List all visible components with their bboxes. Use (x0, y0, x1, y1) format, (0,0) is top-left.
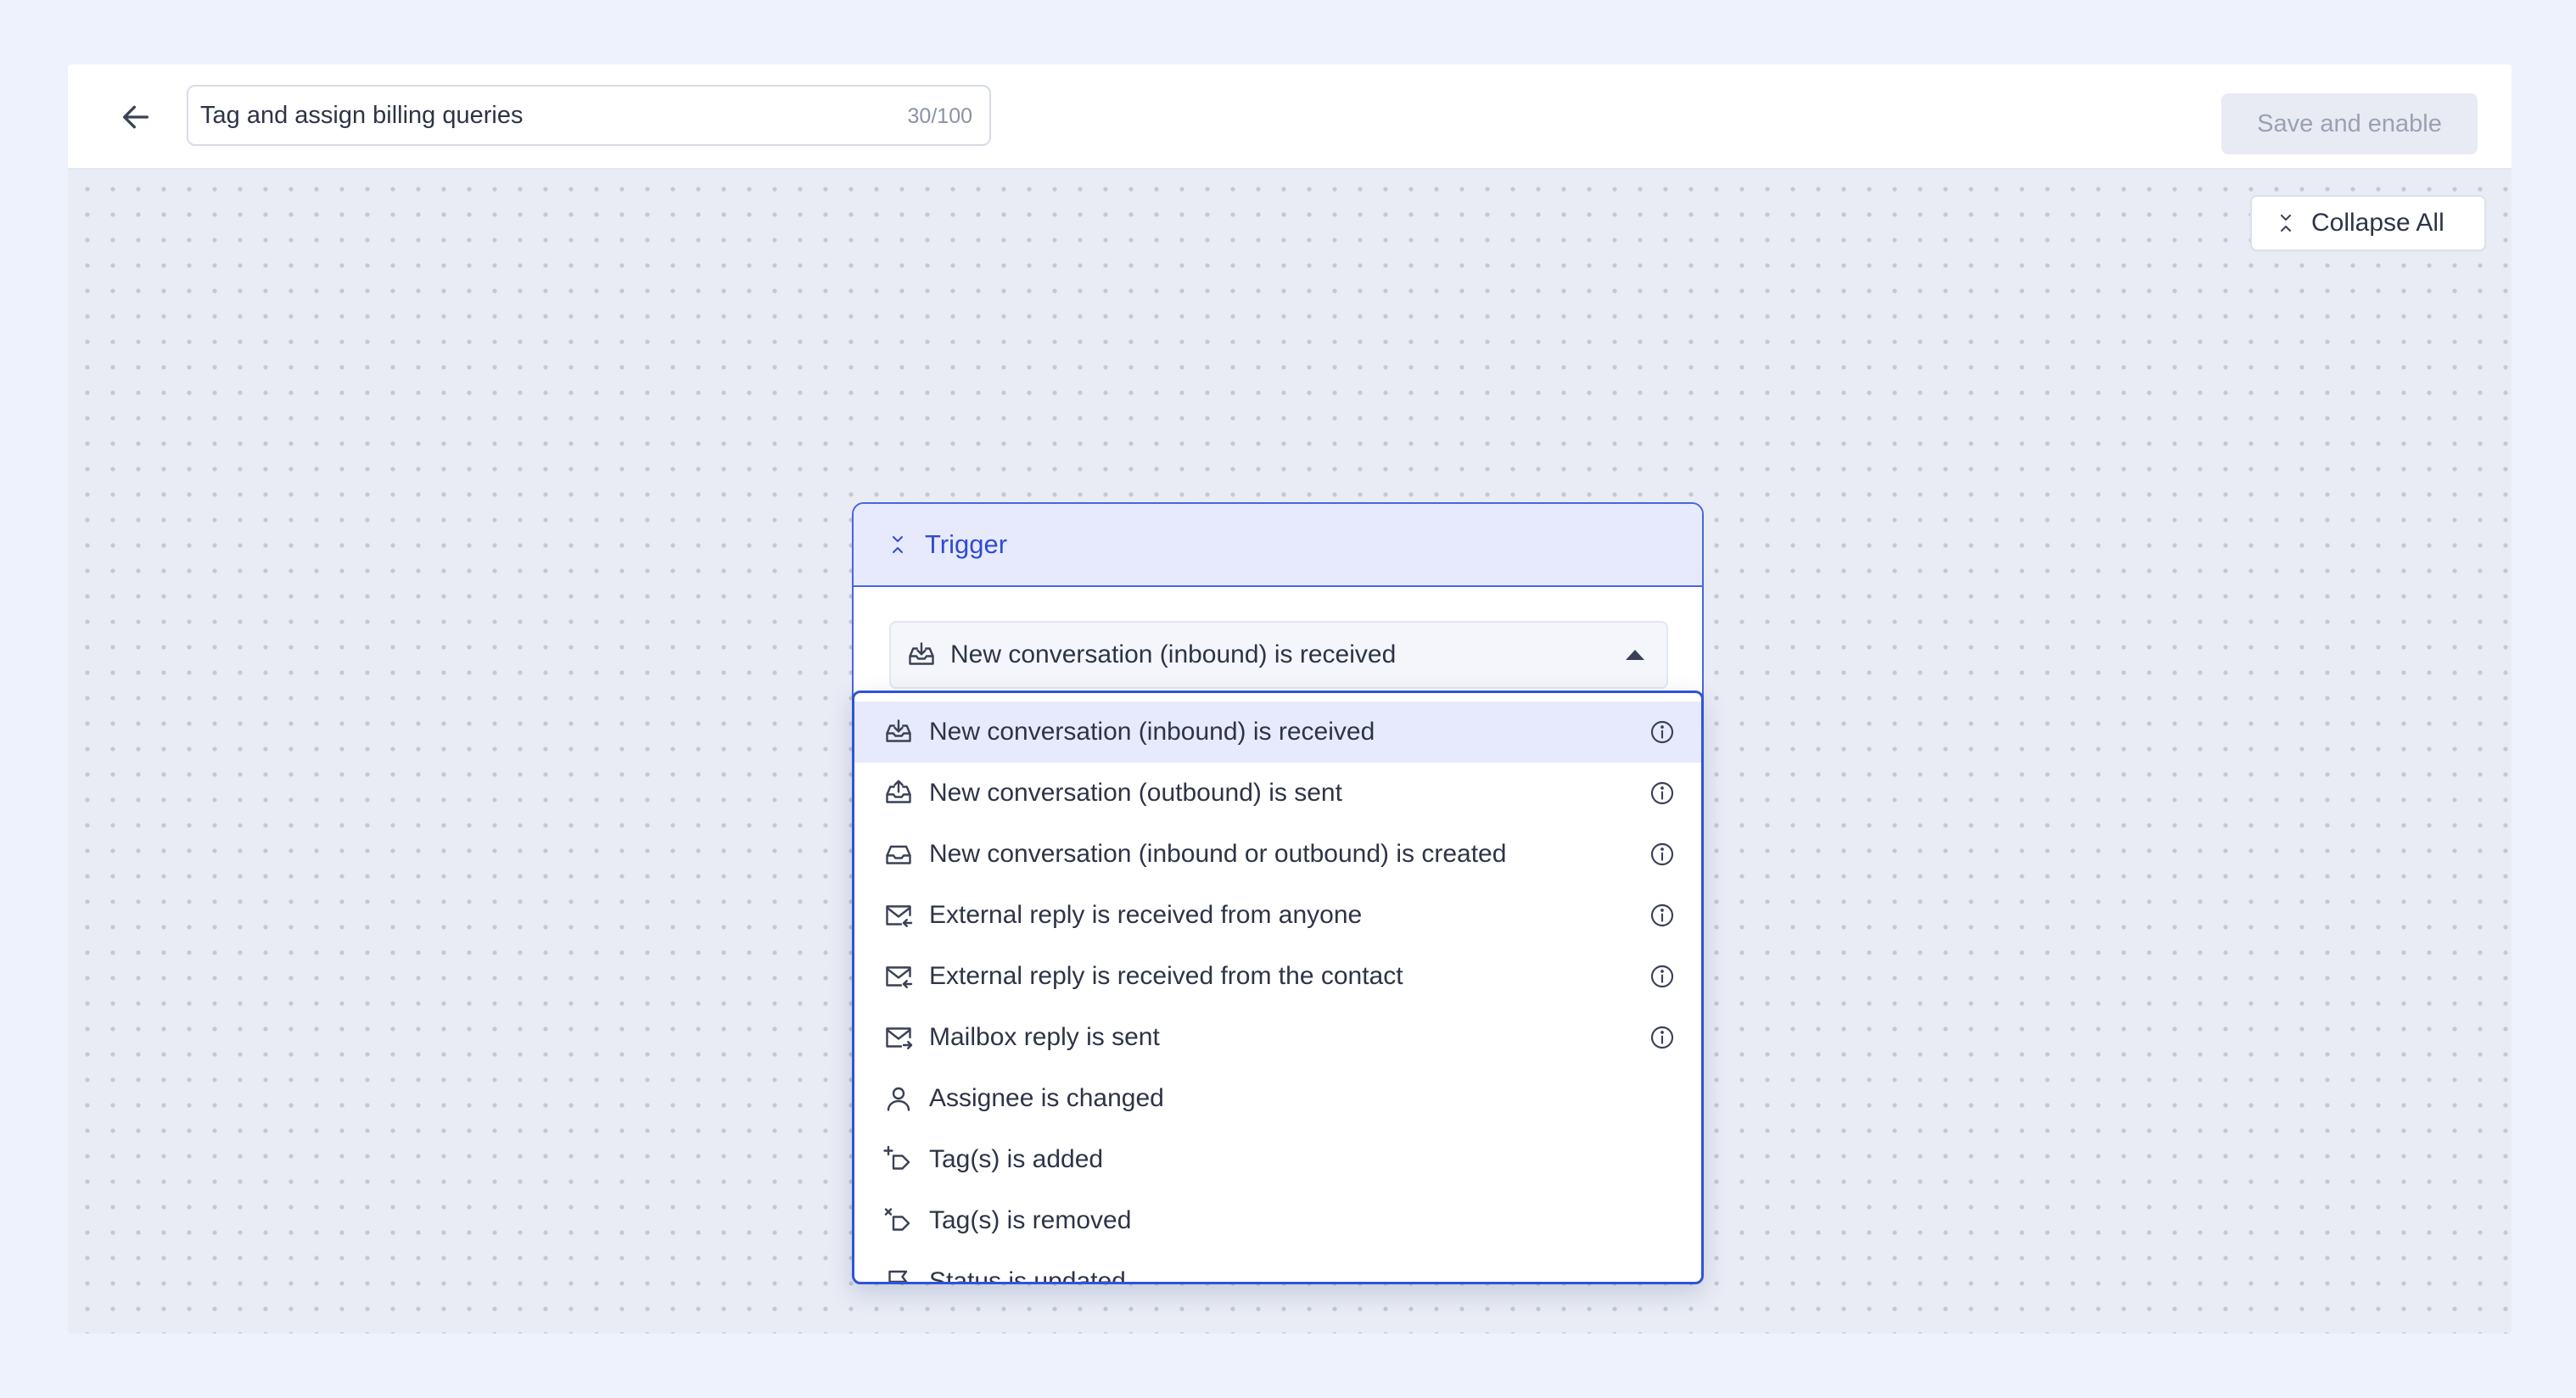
trigger-event-select[interactable]: New conversation (inbound) is received (889, 621, 1668, 689)
caret-up-icon (1626, 648, 1644, 660)
flag-icon (883, 1267, 914, 1282)
workflow-name-field[interactable]: 30/100 (187, 85, 991, 146)
tag-add-icon (883, 1144, 914, 1175)
info-icon[interactable] (1649, 902, 1676, 929)
option-label: External reply is received from the cont… (929, 962, 1403, 990)
dropdown-option[interactable]: External reply is received from the cont… (854, 946, 1701, 1007)
info-icon[interactable] (1649, 719, 1676, 746)
top-bar: 30/100 Save and enable (68, 64, 2512, 170)
option-label: Mailbox reply is sent (929, 1023, 1160, 1051)
collapse-all-button[interactable]: Collapse All (2250, 195, 2486, 251)
inbox-in-icon (906, 640, 937, 670)
dropdown-option[interactable]: New conversation (inbound) is received (854, 702, 1701, 763)
tag-remove-icon (883, 1205, 914, 1236)
back-button[interactable] (112, 93, 160, 141)
trigger-header[interactable]: Trigger (854, 504, 1702, 587)
dropdown-option[interactable]: External reply is received from anyone (854, 885, 1701, 946)
info-icon[interactable] (1649, 841, 1676, 868)
option-label: Tag(s) is added (929, 1145, 1104, 1173)
dropdown-option[interactable]: Status is updated (854, 1251, 1701, 1284)
dropdown-option[interactable]: Tag(s) is added (854, 1129, 1701, 1190)
option-label: New conversation (inbound or outbound) i… (929, 840, 1507, 868)
info-icon[interactable] (1649, 1024, 1676, 1051)
info-icon[interactable] (1649, 963, 1676, 990)
option-label: Tag(s) is removed (929, 1206, 1132, 1234)
user-icon (883, 1083, 914, 1114)
info-icon[interactable] (1649, 780, 1676, 807)
option-label: New conversation (outbound) is sent (929, 779, 1342, 807)
dropdown-option[interactable]: Mailbox reply is sent (854, 1007, 1701, 1068)
option-label: Assignee is changed (929, 1084, 1164, 1112)
trigger-title: Trigger (925, 529, 1008, 559)
inbox-in-icon (883, 717, 914, 747)
dropdown-option[interactable]: New conversation (inbound or outbound) i… (854, 824, 1701, 885)
workflow-name-input[interactable] (188, 87, 884, 144)
inbox-out-icon (883, 778, 914, 808)
option-label: External reply is received from anyone (929, 901, 1363, 929)
mail-reply-in-icon (883, 961, 914, 992)
arrow-left-icon (119, 100, 153, 134)
collapse-icon (888, 534, 908, 555)
trigger-event-dropdown: New conversation (inbound) is received N… (852, 691, 1704, 1284)
trigger-selected-value: New conversation (inbound) is received (950, 640, 1397, 668)
workflow-canvas[interactable]: Collapse All Trigger New conversation (i… (68, 170, 2512, 1334)
character-counter: 30/100 (907, 104, 972, 128)
option-label: New conversation (inbound) is received (929, 718, 1375, 746)
option-label: Status is updated (929, 1267, 1126, 1284)
collapse-all-label: Collapse All (2311, 209, 2444, 237)
dropdown-option[interactable]: Tag(s) is removed (854, 1190, 1701, 1251)
dropdown-option[interactable]: Assignee is changed (854, 1068, 1701, 1129)
collapse-icon (2276, 213, 2296, 233)
mail-send-icon (883, 1022, 914, 1053)
workflow-editor: 30/100 Save and enable Collapse All Trig… (68, 64, 2512, 1334)
mail-reply-in-icon (883, 900, 914, 931)
save-and-enable-button[interactable]: Save and enable (2221, 93, 2478, 154)
trigger-card: Trigger New conversation (inbound) is re… (852, 502, 1704, 716)
dropdown-option[interactable]: New conversation (outbound) is sent (854, 763, 1701, 824)
inbox-icon (883, 839, 914, 870)
